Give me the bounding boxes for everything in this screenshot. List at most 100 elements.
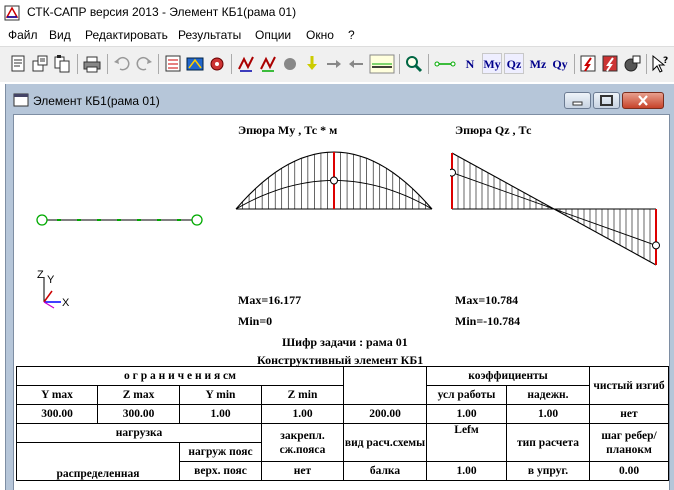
col-nadezh: надежн. (506, 385, 590, 405)
my-diagram (235, 151, 433, 210)
element-parameters-table: о г р а н и ч е н и я см коэффициенты чи… (16, 366, 669, 481)
new-document-icon[interactable] (8, 53, 28, 75)
task-code-value: рама 01 (366, 335, 408, 349)
menu-window[interactable]: Окно (306, 28, 334, 42)
toolbar-separator (231, 54, 232, 74)
calculation-icon[interactable] (163, 53, 183, 75)
toolbar-separator (399, 54, 400, 74)
shag-header: шаг ребер/ планокм (589, 423, 669, 462)
print-icon[interactable] (82, 53, 102, 75)
menu-file[interactable]: Файл (8, 28, 38, 42)
undo-icon[interactable] (112, 53, 132, 75)
node-settings-icon[interactable] (207, 53, 227, 75)
val-lefm: 1.00 (426, 461, 507, 481)
qz-section-marker-start (450, 168, 456, 177)
shear-z-button[interactable]: Qz (504, 53, 524, 74)
load-down-icon[interactable] (302, 53, 322, 75)
lefm-header: Lefм (426, 423, 507, 462)
col-lf-spacer (343, 366, 427, 405)
load-header: нагрузка (16, 423, 262, 443)
report-icon[interactable] (622, 53, 642, 75)
menu-view[interactable]: Вид (49, 28, 71, 42)
zoom-icon[interactable] (404, 53, 424, 75)
val-zmin: 1.00 (261, 404, 344, 424)
tip-header: тип расчета (506, 423, 590, 462)
maximize-icon (600, 95, 613, 106)
toolbar-separator (107, 54, 108, 74)
val-belt: верх. пояс (179, 461, 262, 481)
val-clean: нет (589, 404, 669, 424)
beam-node-end[interactable] (191, 214, 203, 226)
my-min-label: Min=0 (238, 314, 273, 328)
deformation-icon[interactable] (280, 53, 300, 75)
col-zmax: Z max (97, 385, 180, 405)
axis-x-label: X (62, 297, 70, 309)
val-ymin: 1.00 (179, 404, 262, 424)
toolbar-separator (646, 54, 647, 74)
copy-icon[interactable] (52, 53, 72, 75)
toolbar-separator (574, 54, 575, 74)
close-icon (638, 95, 648, 106)
qz-section-marker-end (652, 241, 660, 250)
moment-z-button[interactable]: Mz (528, 53, 548, 74)
val-zakrep: нет (261, 461, 344, 481)
toolbar-separator (428, 54, 429, 74)
toolbar: N My Qz Mz Qy ? (0, 46, 674, 82)
val-distributed: распределенная (16, 442, 180, 481)
moment-diagram-icon[interactable] (236, 53, 256, 75)
col-ymax: Y max (16, 385, 98, 405)
menu-results[interactable]: Результаты (178, 28, 241, 42)
minimize-button[interactable] (564, 92, 591, 109)
moment-y-button[interactable]: My (482, 53, 502, 74)
grid-view-icon[interactable] (369, 53, 395, 75)
menu-edit[interactable]: Редактировать (85, 28, 168, 42)
task-code-label: Шифр задачи : (282, 335, 364, 349)
beam-node-start[interactable] (36, 214, 48, 226)
val-zmax: 300.00 (97, 404, 180, 424)
menu-options[interactable]: Опции (255, 28, 291, 42)
col-zmin: Z min (261, 385, 344, 405)
val-usl: 1.00 (426, 404, 507, 424)
val-vid: балка (343, 461, 427, 481)
coef-header: коэффициенты (426, 366, 590, 386)
check-section-icon[interactable] (578, 53, 598, 75)
redo-icon[interactable] (134, 53, 154, 75)
menu-bar: Файл Вид Редактировать Результаты Опции … (0, 26, 674, 45)
axis-z-label: Z (37, 269, 44, 281)
shear-y-button[interactable]: Qy (550, 53, 570, 74)
maximize-button[interactable] (593, 92, 620, 109)
val-shag: 0.00 (589, 461, 669, 481)
limits-header: о г р а н и ч е н и я см (16, 366, 344, 386)
check-stability-icon[interactable] (600, 53, 620, 75)
val-nadezh: 1.00 (506, 404, 590, 424)
element-view: Z Y X Эпюра My , Тс * м Max=16.177 Min=0… (13, 114, 670, 490)
clean-bend-header: чистый изгиб (589, 366, 669, 405)
app-logo-icon (4, 5, 20, 21)
element-line-icon[interactable] (434, 53, 456, 75)
zakrep-header: закрепл. сж.пояса (261, 423, 344, 462)
qz-min-label: Min=-10.784 (455, 314, 521, 328)
svg-text:?: ? (663, 56, 668, 66)
toolbar-separator (77, 54, 78, 74)
child-window-title: Элемент КБ1(рама 01) (33, 94, 160, 108)
arrow-left-icon[interactable] (346, 53, 366, 75)
col-ymin: Y min (179, 385, 262, 405)
context-help-icon[interactable]: ? (650, 53, 670, 75)
app-title-bar: СТК-САПР версия 2013 - Элемент КБ1(рама … (0, 0, 674, 26)
qz-diagram (450, 152, 660, 266)
arrow-right-icon[interactable] (324, 53, 344, 75)
mdi-window: Элемент КБ1(рама 01) Z Y X Эпюра My , Тс… (5, 84, 674, 490)
val-lf: 200.00 (343, 404, 427, 424)
axis-y-label: Y (47, 274, 55, 286)
col-usl: усл работы (426, 385, 507, 405)
val-ymax: 300.00 (16, 404, 98, 424)
toolbar-separator (158, 54, 159, 74)
menu-help[interactable]: ? (348, 28, 355, 42)
val-tip: в упруг. (506, 461, 590, 481)
child-window-icon (13, 93, 29, 107)
open-file-icon[interactable] (30, 53, 50, 75)
moment-diagram-alt-icon[interactable] (258, 53, 278, 75)
frame-scheme-icon[interactable] (185, 53, 205, 75)
close-button[interactable] (622, 92, 664, 109)
normal-force-button[interactable]: N (460, 53, 480, 74)
